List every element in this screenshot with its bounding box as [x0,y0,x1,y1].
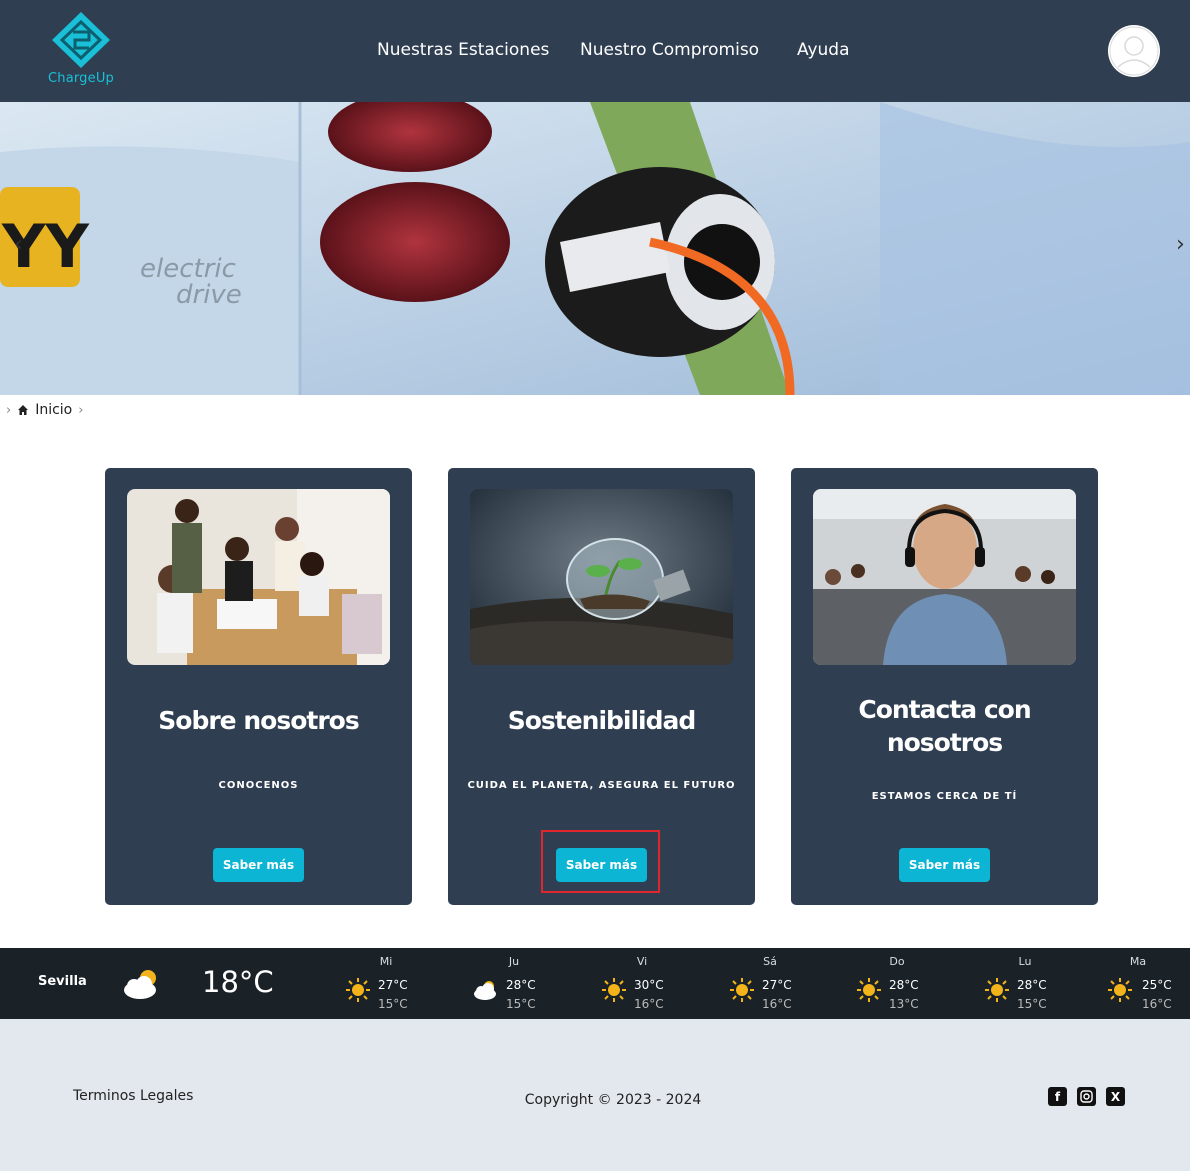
breadcrumb-home[interactable]: Inicio [35,402,72,418]
user-icon [1109,26,1159,76]
chevron-right-icon: › [6,402,12,418]
day-low: 13°C [889,997,919,1011]
day-high: 28°C [1017,978,1047,992]
forecast-day: Do 28°C 13°C [847,948,947,1019]
sun-icon [985,978,1009,1002]
card-sobre-nosotros: Sobre nosotros CONOCENOS Saber más [105,468,412,905]
forecast-day: Vi 30°C 16°C [592,948,692,1019]
day-low: 16°C [634,997,664,1011]
carousel-next-icon[interactable]: › [1176,232,1185,257]
day-name: Ju [508,955,520,968]
carousel-prev-icon[interactable]: ‹ [14,232,23,257]
home-icon [18,405,29,415]
partly-cloudy-icon [124,970,156,999]
support-agent-photo [813,489,1076,665]
card-title: Sobre nosotros [158,706,359,735]
lightbulb-plant-photo [470,489,733,665]
day-low: 15°C [378,997,408,1011]
day-name: Lu [1018,955,1032,968]
saber-mas-button[interactable]: Saber más [899,848,990,882]
main-nav: Nuestras Estaciones Nuestro Compromiso A… [0,40,1190,64]
day-low: 16°C [762,997,792,1011]
cloud-icon [474,981,496,1000]
x-icon[interactable]: X [1106,1087,1125,1106]
svg-text:drive: drive [176,280,242,310]
hero-carousel: YY electric drive ‹ › [0,102,1190,395]
sun-icon [602,978,626,1002]
day-name: Vi [636,955,648,968]
forecast-day: Ma 25°C 16°C [1088,948,1188,1019]
site-footer: Terminos Legales Copyright © 2023 - 2024… [0,1019,1190,1171]
day-high: 30°C [634,978,664,992]
weather-city: Sevilla [38,974,87,989]
nav-nuestras-estaciones[interactable]: Nuestras Estaciones [377,40,549,60]
card-subtitle: CUIDA EL PLANETA, ASEGURA EL FUTURO [467,780,736,791]
chevron-right-icon: › [78,402,84,418]
day-high: 25°C [1142,978,1172,992]
sun-icon [346,978,370,1002]
copyright-text: Copyright © 2023 - 2024 [524,1092,702,1108]
day-high: 27°C [762,978,792,992]
logo-text: ChargeUp [47,71,115,86]
saber-mas-button[interactable]: Saber más [213,848,304,882]
weather-current-temp: 18°C [202,965,274,999]
forecast-day: Ju 28°C 15°C [464,948,564,1019]
team-photo [127,489,390,665]
nav-nuestro-compromiso[interactable]: Nuestro Compromiso [580,40,759,60]
card-subtitle: CONOCENOS [218,780,299,791]
card-contacta: Contacta con nosotros ESTAMOS CERCA DE T… [791,468,1098,905]
breadcrumb: › Inicio › [6,401,83,419]
day-name: Ma [1129,955,1147,968]
user-avatar[interactable] [1108,25,1160,77]
day-low: 15°C [1017,997,1047,1011]
sun-icon [730,978,754,1002]
facebook-icon[interactable]: f [1048,1087,1067,1106]
day-high: 27°C [378,978,408,992]
day-name: Mi [379,955,393,968]
sun-icon [1108,978,1132,1002]
day-name: Sá [763,955,777,968]
forecast-day: Lu 28°C 15°C [975,948,1075,1019]
highlight-box [541,830,660,893]
card-title: Sostenibilidad [507,706,697,735]
hero-image: YY electric drive [0,102,1190,395]
nav-ayuda[interactable]: Ayuda [797,40,850,60]
day-high: 28°C [889,978,919,992]
sun-icon [857,978,881,1002]
forecast-day: Mi 27°C 15°C [336,948,436,1019]
weather-widget: Sevilla 18°C Mi 27°C 15°C Ju 28°C 15°C V… [0,948,1190,1019]
card-subtitle: ESTAMOS CERCA DE TÍ [871,791,1018,802]
forecast-day: Sá 27°C 16°C [720,948,820,1019]
day-name: Do [889,955,905,968]
site-header: ChargeUp Nuestras Estaciones Nuestro Com… [0,0,1190,102]
day-high: 28°C [506,978,536,992]
card-title: Contacta con nosotros [858,695,1031,757]
instagram-icon[interactable] [1077,1087,1096,1106]
day-low: 15°C [506,997,536,1011]
day-low: 16°C [1142,997,1172,1011]
